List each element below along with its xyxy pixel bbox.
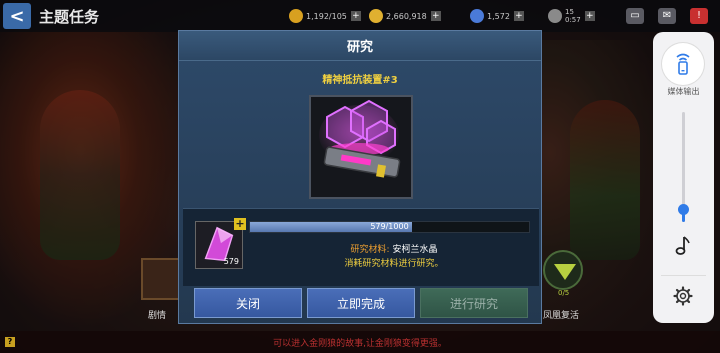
gold-coin-icon [369, 9, 383, 23]
media-divider [661, 275, 706, 276]
mail-icon[interactable]: ✉ [658, 8, 676, 24]
timer-count: 15 [565, 8, 574, 16]
research-dialog: 研究 精神抵抗装置#3 + 579 579/1000 研究材料: 安柯兰水晶 消… [178, 30, 542, 324]
story-tile[interactable] [141, 258, 183, 300]
resource-crystal: 1,572 + [470, 8, 524, 24]
volume-slider-knob[interactable] [678, 203, 689, 215]
resource-timer: 15 0:57 + [548, 8, 595, 24]
material-slot[interactable]: + 579 [195, 218, 246, 269]
media-output-button[interactable] [662, 43, 704, 85]
item-name: 精神抵抗装置#3 [322, 75, 398, 86]
instant-complete-button[interactable]: 立即完成 [307, 288, 415, 318]
top-bar: < 主题任务 1,192/105 + 2,660,918 + 1,572 + 1… [0, 0, 720, 32]
phoenix-label: 凤凰复活 [543, 311, 580, 321]
material-name: 安柯兰水晶 [392, 245, 438, 255]
phoenix-badge-icon[interactable] [543, 250, 583, 290]
media-output-label: 媒体输出 [667, 87, 700, 96]
chat-icon[interactable]: ▭ [626, 8, 644, 24]
settings-gear-icon[interactable] [673, 286, 693, 306]
energy-icon [289, 9, 303, 23]
crystal-value: 1,572 [487, 11, 510, 21]
gold-value: 2,660,918 [386, 11, 427, 21]
dialog-title: 研究 [179, 31, 541, 61]
resource-gold: 2,660,918 + [369, 8, 441, 24]
start-research-button[interactable]: 进行研究 [420, 288, 528, 318]
research-panel: + 579 579/1000 研究材料: 安柯兰水晶 消耗研究材料进行研究。 [183, 208, 539, 286]
crystal-icon [470, 9, 484, 23]
item-preview [309, 95, 413, 199]
add-timer-button[interactable]: + [584, 11, 595, 21]
research-hint: 消耗研究材料进行研究。 [344, 259, 444, 269]
cast-icon [676, 53, 690, 75]
add-gold-button[interactable]: + [430, 11, 441, 21]
timer-icon [548, 9, 562, 23]
ticker-text: 可以进入金刚狼的故事,让金刚狼变得更强。 [273, 338, 447, 349]
close-button[interactable]: 关闭 [194, 288, 302, 318]
back-button[interactable]: < [3, 3, 31, 29]
add-energy-button[interactable]: + [350, 11, 361, 21]
story-label: 剧情 [148, 311, 167, 321]
material-info: 研究材料: 安柯兰水晶 [249, 242, 539, 255]
research-progress-bar: 579/1000 [249, 221, 530, 233]
notification-icon[interactable]: ! [690, 8, 708, 24]
timer-countdown: 0:57 [565, 16, 581, 24]
page-title: 主题任务 [39, 7, 100, 26]
research-progress-text: 579/1000 [370, 222, 409, 231]
material-count: 579 [223, 257, 239, 266]
add-crystal-button[interactable]: + [513, 11, 524, 21]
phoenix-badge-progress: 0/5 [558, 289, 570, 297]
media-output-panel: 媒体输出 [653, 32, 714, 323]
bottom-ticker: ? 可以进入金刚狼的故事,让金刚狼变得更强。 [0, 331, 720, 353]
resource-energy: 1,192/105 + [289, 8, 361, 24]
psychic-device-icon [311, 97, 411, 197]
add-material-button[interactable]: + [234, 218, 246, 230]
energy-value: 1,192/105 [306, 11, 347, 21]
material-label: 研究材料: [350, 245, 390, 255]
music-note-icon [675, 236, 690, 255]
